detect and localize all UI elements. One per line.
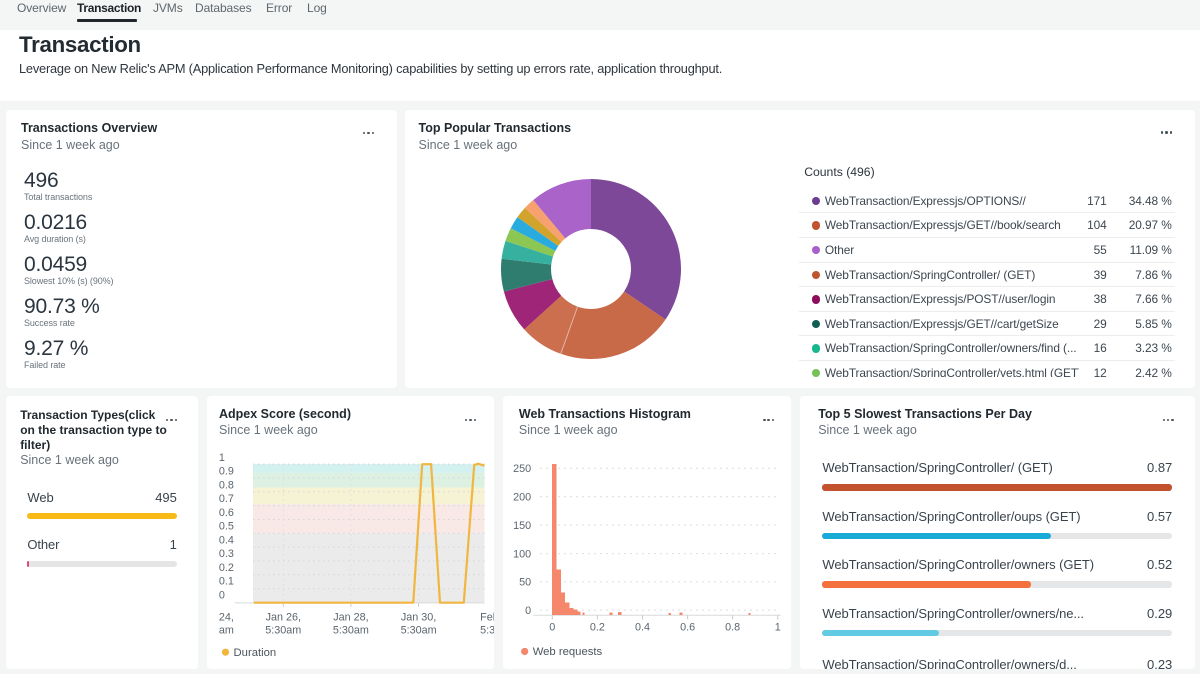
svg-text:0.8: 0.8 [725, 621, 740, 633]
svg-text:150: 150 [513, 520, 531, 532]
svg-text:Duration: Duration [233, 647, 276, 659]
svg-text:100: 100 [513, 548, 531, 560]
svg-text:0.6: 0.6 [218, 507, 233, 519]
svg-text:5:30a: 5:30a [480, 624, 494, 636]
svg-text:0.2: 0.2 [590, 621, 605, 633]
svg-text:0.9: 0.9 [218, 465, 233, 477]
svg-text:Jan 30,: Jan 30, [400, 611, 435, 623]
svg-text:200: 200 [513, 491, 531, 503]
svg-text:0.5: 0.5 [218, 520, 233, 532]
svg-text:Feb 1,: Feb 1, [480, 611, 494, 623]
svg-text:Web requests: Web requests [533, 646, 603, 658]
svg-text:0.4: 0.4 [218, 534, 233, 546]
svg-text:0.4: 0.4 [635, 621, 650, 633]
svg-text:250: 250 [513, 463, 531, 475]
svg-text:0.3: 0.3 [218, 548, 233, 560]
svg-text:0.8: 0.8 [218, 479, 233, 491]
svg-text:0.6: 0.6 [680, 621, 695, 633]
svg-text:0: 0 [218, 589, 224, 601]
svg-text:am: am [218, 624, 233, 636]
svg-text:50: 50 [519, 576, 531, 588]
svg-text:0.7: 0.7 [218, 493, 233, 505]
svg-text:5:30am: 5:30am [332, 624, 368, 636]
svg-text:0.2: 0.2 [218, 562, 233, 574]
svg-text:Jan 26,: Jan 26, [265, 611, 300, 623]
svg-text:5:30am: 5:30am [400, 624, 436, 636]
svg-text:1: 1 [775, 621, 781, 633]
svg-text:0: 0 [525, 605, 531, 617]
svg-text:0: 0 [549, 621, 555, 633]
svg-text:0.1: 0.1 [218, 575, 233, 587]
svg-text:24,: 24, [218, 611, 233, 623]
svg-text:1: 1 [218, 452, 224, 464]
svg-text:5:30am: 5:30am [265, 624, 301, 636]
svg-text:Jan 28,: Jan 28, [333, 611, 368, 623]
